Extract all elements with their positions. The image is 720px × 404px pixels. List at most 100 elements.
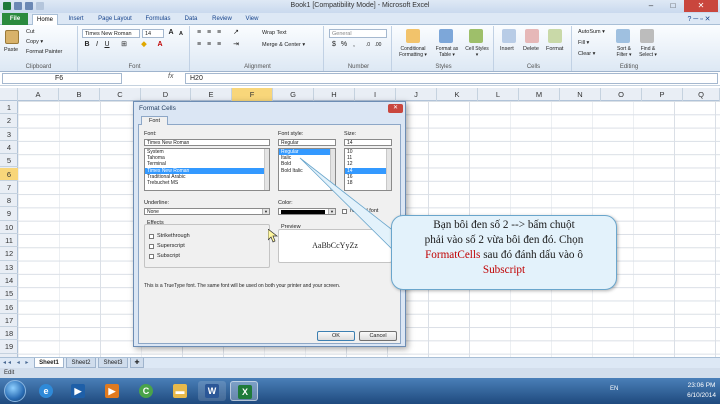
merge-center-button[interactable]: Merge & Center ▾: [262, 42, 305, 48]
cancel-button[interactable]: Cancel: [359, 331, 397, 341]
font-list-scrollbar[interactable]: [264, 149, 269, 190]
format-cells-button[interactable]: Format: [546, 46, 563, 52]
font-style-input[interactable]: Regular: [278, 139, 336, 146]
row-header[interactable]: 5: [0, 154, 18, 168]
row-header[interactable]: 16: [0, 301, 18, 314]
help-icon[interactable]: ? ─ ▫ ✕: [684, 14, 714, 25]
row-header[interactable]: 1: [0, 101, 18, 115]
column-header[interactable]: M: [519, 88, 560, 101]
row-header[interactable]: 17: [0, 314, 18, 328]
percent-icon[interactable]: %: [340, 41, 348, 49]
media-player-icon[interactable]: ▶: [64, 381, 92, 401]
fx-icon[interactable]: fx: [168, 73, 173, 80]
tab-insert[interactable]: Insert: [63, 14, 89, 25]
size-input[interactable]: 14: [344, 139, 392, 146]
close-button[interactable]: ✕: [684, 0, 718, 12]
conditional-formatting-button[interactable]: Conditional Formatting ▾: [396, 46, 430, 58]
row-header[interactable]: 7: [0, 181, 18, 195]
system-clock[interactable]: 23:06 PM 6/10/2014: [687, 381, 716, 401]
wrap-text-button[interactable]: Wrap Text: [262, 30, 287, 36]
paste-button[interactable]: Paste: [4, 47, 18, 53]
align-bottom-icon[interactable]: ≡: [215, 29, 223, 37]
align-center-icon[interactable]: ≡: [205, 41, 213, 49]
paste-icon[interactable]: [5, 30, 19, 44]
format-as-table-icon[interactable]: [439, 29, 453, 43]
column-header[interactable]: L: [478, 88, 519, 101]
borders-icon[interactable]: ⊞: [120, 41, 128, 49]
row-header[interactable]: 15: [0, 287, 18, 301]
clear-button[interactable]: Clear ▾: [578, 51, 595, 57]
column-header[interactable]: N: [560, 88, 601, 101]
font-name-combo[interactable]: Times New Roman: [82, 29, 140, 38]
delete-cells-button[interactable]: Delete: [523, 46, 539, 52]
row-header[interactable]: 2: [0, 114, 18, 128]
row-header[interactable]: 10: [0, 221, 18, 234]
excel-taskbar-icon[interactable]: X: [230, 381, 258, 401]
currency-icon[interactable]: $: [330, 41, 338, 49]
comma-icon[interactable]: ,: [350, 41, 358, 49]
media-icon[interactable]: ▶: [98, 381, 126, 401]
row-header[interactable]: 19: [0, 340, 18, 354]
delete-cells-icon[interactable]: [525, 29, 539, 43]
find-select-icon[interactable]: [640, 29, 654, 43]
column-header[interactable]: P: [642, 88, 683, 101]
fill-button[interactable]: Fill ▾: [578, 40, 589, 46]
color-dropdown[interactable]: ▼: [278, 208, 336, 215]
sort-filter-icon[interactable]: [616, 29, 630, 43]
font-list[interactable]: System Tahoma Terminal Times New Roman T…: [144, 148, 270, 191]
indent-icon[interactable]: ⇥: [232, 41, 240, 49]
font-color-icon[interactable]: A: [156, 41, 164, 49]
tab-review[interactable]: Review: [207, 14, 237, 25]
align-left-icon[interactable]: ≡: [195, 41, 203, 49]
style-list-scrollbar[interactable]: [330, 149, 335, 190]
bold-icon[interactable]: B: [83, 41, 91, 49]
align-top-icon[interactable]: ≡: [195, 29, 203, 37]
sheet-tab[interactable]: Sheet1: [34, 358, 64, 368]
insert-cells-icon[interactable]: [502, 29, 516, 43]
find-select-button[interactable]: Find & Select ▾: [636, 46, 660, 58]
select-all-corner[interactable]: [0, 88, 18, 101]
coccoc-browser-icon[interactable]: C: [132, 381, 160, 401]
cell-styles-button[interactable]: Cell Styles ▾: [464, 46, 490, 58]
column-header[interactable]: Q: [683, 88, 720, 101]
align-right-icon[interactable]: ≡: [215, 41, 223, 49]
row-header[interactable]: 11: [0, 234, 18, 248]
ok-button[interactable]: OK: [317, 331, 355, 341]
orientation-icon[interactable]: ↗: [232, 29, 240, 37]
cell-styles-icon[interactable]: [469, 29, 483, 43]
file-explorer-icon[interactable]: ▬: [166, 381, 194, 401]
column-header[interactable]: K: [437, 88, 478, 101]
maximize-button[interactable]: □: [662, 0, 684, 12]
sheet-tab[interactable]: Sheet3: [98, 358, 128, 368]
formula-input[interactable]: H20: [185, 73, 718, 84]
italic-icon[interactable]: I: [93, 41, 101, 49]
size-list-scrollbar[interactable]: [386, 149, 391, 190]
column-header[interactable]: A: [18, 88, 59, 101]
column-header[interactable]: F: [232, 88, 273, 101]
name-box[interactable]: F6: [2, 73, 122, 84]
tab-view[interactable]: View: [241, 14, 263, 25]
format-painter-button[interactable]: Format Painter: [26, 49, 62, 55]
internet-explorer-icon[interactable]: e: [32, 381, 60, 401]
row-header[interactable]: 18: [0, 327, 18, 341]
strikethrough-checkbox[interactable]: Strikethrough: [149, 233, 190, 239]
language-indicator[interactable]: EN: [610, 386, 618, 392]
format-cells-icon[interactable]: [548, 29, 562, 43]
column-header[interactable]: I: [355, 88, 396, 101]
word-icon[interactable]: W: [198, 381, 226, 401]
normal-font-checkbox[interactable]: Normal font: [342, 208, 378, 214]
insert-cells-button[interactable]: Insert: [500, 46, 514, 52]
subscript-checkbox[interactable]: Subscript: [149, 253, 180, 259]
decrease-decimal-icon[interactable]: .00: [374, 41, 382, 49]
column-header[interactable]: C: [100, 88, 141, 101]
tab-file[interactable]: File: [2, 13, 28, 25]
shrink-font-icon[interactable]: A: [177, 30, 185, 38]
sheet-tab[interactable]: Sheet2: [66, 358, 96, 368]
row-header[interactable]: 12: [0, 247, 18, 261]
list-item[interactable]: Bold Italic: [279, 168, 335, 174]
row-header[interactable]: 4: [0, 141, 18, 155]
column-header[interactable]: J: [396, 88, 437, 101]
row-header[interactable]: 6: [0, 167, 18, 181]
tab-home[interactable]: Home: [32, 14, 58, 25]
list-item[interactable]: 18: [345, 180, 391, 186]
